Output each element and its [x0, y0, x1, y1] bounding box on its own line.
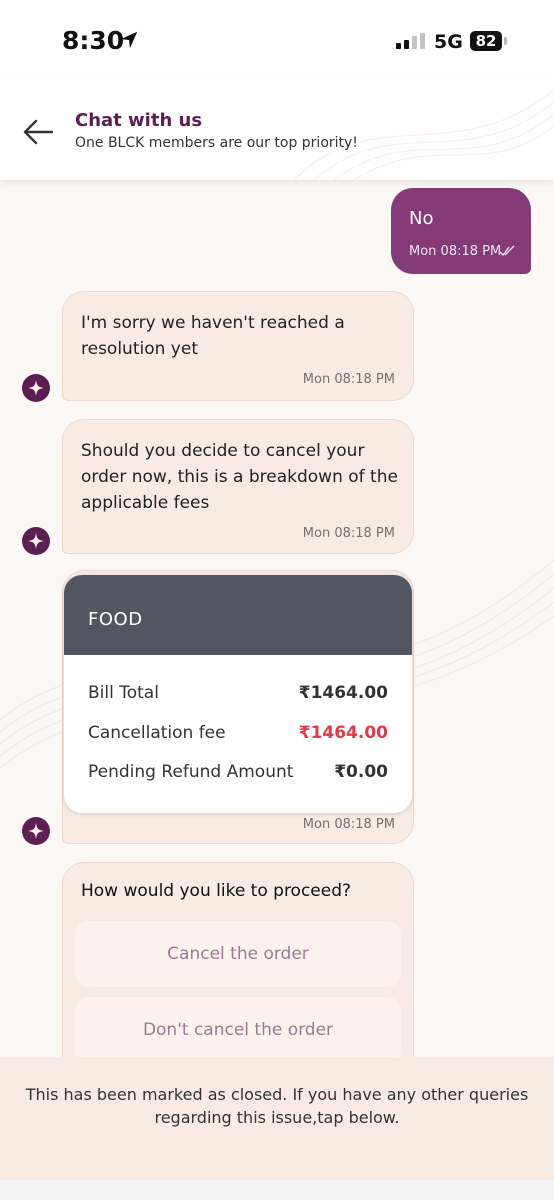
fee-row-cancellation-fee: Cancellation fee ₹1464.00 — [88, 723, 388, 749]
chat-header: Chat with us One BLCK members are our to… — [0, 80, 554, 181]
bot-avatar — [22, 374, 50, 402]
bot-message: Should you decide to cancel your order n… — [62, 419, 414, 554]
chat-title: Chat with us — [75, 110, 203, 131]
sparkle-icon — [28, 823, 44, 839]
double-check-icon — [499, 245, 515, 257]
fee-label: Bill Total — [88, 683, 159, 703]
message-text: Should you decide to cancel your order n… — [81, 441, 398, 513]
fee-card-header: FOOD — [64, 575, 412, 655]
fee-row-pending-refund: Pending Refund Amount ₹0.00 — [88, 762, 388, 788]
message-time: Mon 08:18 PM — [409, 244, 502, 259]
location-arrow-icon — [120, 31, 138, 49]
bottom-strip — [0, 1180, 554, 1200]
battery-tip — [504, 37, 507, 45]
message-text: No — [409, 208, 434, 229]
fee-value: ₹1464.00 — [298, 723, 388, 743]
message-time: Mon 08:18 PM — [302, 817, 395, 832]
bot-message: I'm sorry we haven't reached a resolutio… — [62, 291, 414, 401]
fee-breakdown-card: FOOD Bill Total ₹1464.00 Cancellation fe… — [64, 575, 412, 813]
fee-label: Pending Refund Amount — [88, 762, 294, 782]
user-message: No Mon 08:18 PM — [391, 188, 531, 274]
bot-avatar — [22, 527, 50, 555]
closed-notice-text: This has been marked as closed. If you h… — [25, 1085, 529, 1127]
bot-avatar — [22, 817, 50, 845]
cancel-order-button[interactable]: Cancel the order — [75, 921, 401, 987]
message-time: Mon 08:18 PM — [302, 372, 395, 387]
message-text: I'm sorry we haven't reached a resolutio… — [81, 313, 345, 359]
sparkle-icon — [28, 533, 44, 549]
dont-cancel-order-button[interactable]: Don't cancel the order — [75, 997, 401, 1063]
message-time: Mon 08:18 PM — [302, 526, 395, 541]
closed-notice-banner: This has been marked as closed. If you h… — [0, 1057, 554, 1180]
sparkle-icon — [28, 380, 44, 396]
header-decoration — [293, 89, 554, 180]
battery-indicator: 82 — [470, 31, 502, 51]
back-arrow-icon[interactable] — [22, 118, 54, 146]
fee-value: ₹0.00 — [334, 762, 388, 782]
fee-row-bill-total: Bill Total ₹1464.00 — [88, 683, 388, 709]
battery-level: 82 — [475, 32, 497, 50]
status-time: 8:30 — [62, 26, 125, 55]
fee-label: Cancellation fee — [88, 723, 226, 743]
status-bar: 8:30 5G 82 — [0, 0, 554, 80]
fee-card-title: FOOD — [88, 609, 143, 630]
cellular-signal-icon — [396, 33, 425, 49]
chat-subtitle: One BLCK members are our top priority! — [75, 135, 358, 151]
proceed-question: How would you like to proceed? — [81, 881, 352, 901]
fee-value: ₹1464.00 — [298, 683, 388, 703]
network-label: 5G — [434, 31, 463, 53]
